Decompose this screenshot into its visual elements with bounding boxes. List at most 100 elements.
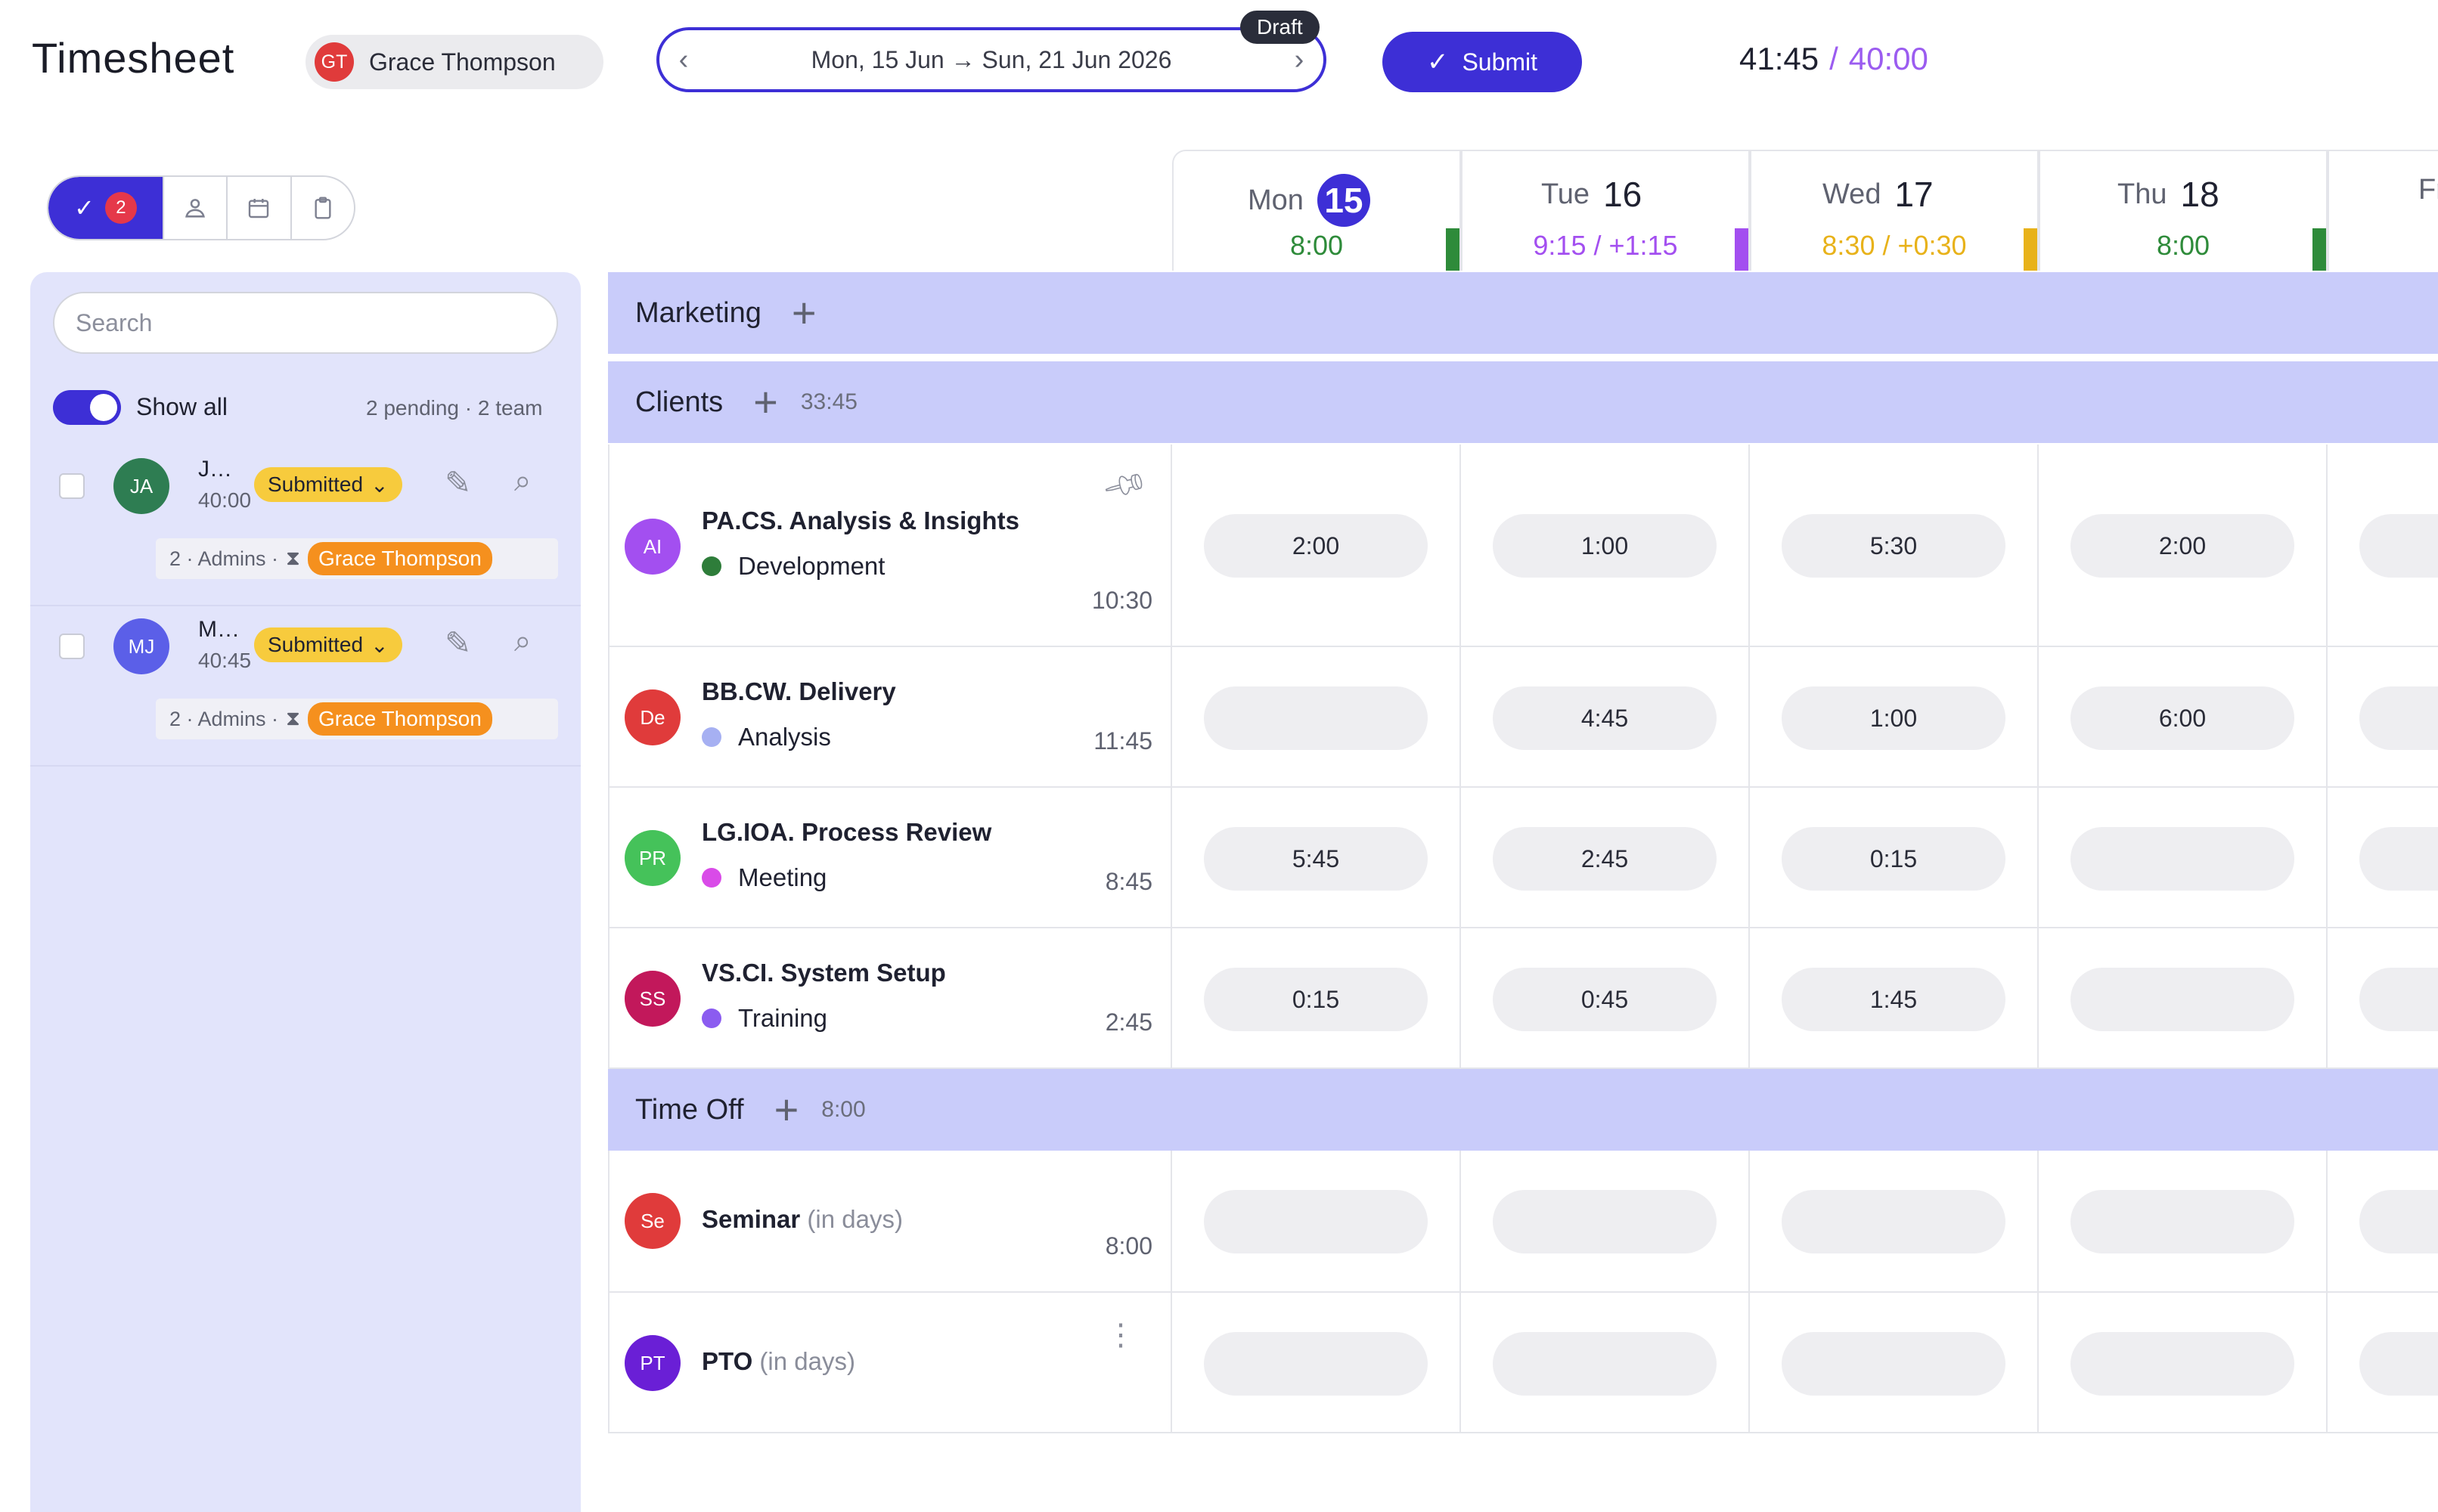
submit-label: Submit bbox=[1462, 48, 1538, 76]
hours-input[interactable] bbox=[2359, 1332, 2438, 1396]
member-checkbox[interactable] bbox=[59, 634, 85, 659]
task-info[interactable]: SS VS.CI. System Setup Training 2:45 bbox=[608, 928, 1172, 1067]
hours-input[interactable] bbox=[1782, 1332, 2005, 1396]
hours-input[interactable] bbox=[2070, 1190, 2294, 1253]
day-total: 9:15 / +1:15 bbox=[1533, 230, 1678, 261]
hours-input[interactable]: 5:45 bbox=[1204, 827, 1428, 891]
day-cell: 5:45 bbox=[1172, 788, 1461, 927]
hours-input[interactable] bbox=[1204, 686, 1428, 750]
approver-badge: Grace Thompson bbox=[308, 702, 492, 736]
section-total: 8:00 bbox=[821, 1097, 866, 1122]
day-name: Wed bbox=[1822, 178, 1881, 210]
section-title: Marketing bbox=[635, 296, 761, 329]
day-cell: 1:00 bbox=[1750, 647, 2039, 786]
submit-button[interactable]: ✓ Submit bbox=[1382, 32, 1582, 92]
team-filter[interactable] bbox=[162, 177, 226, 239]
status-dropdown[interactable]: Submitted ⌄ bbox=[254, 627, 402, 662]
task-name: VS.CI. System Setup bbox=[702, 959, 946, 987]
hours-input[interactable] bbox=[1204, 1190, 1428, 1253]
task-info[interactable]: De BB.CW. Delivery Analysis 11:45 bbox=[608, 647, 1172, 786]
pending-summary: 2 pending · 2 team bbox=[366, 396, 543, 420]
task-row: De BB.CW. Delivery Analysis 11:45 4:45 1… bbox=[608, 647, 2438, 788]
approval-chain-prefix: 2 · Admins · bbox=[169, 707, 279, 730]
plus-icon[interactable]: + bbox=[792, 292, 817, 334]
approval-chain-prefix: 2 · Admins · bbox=[169, 547, 279, 570]
hours-input[interactable]: 1:00 bbox=[1782, 686, 2005, 750]
task-info[interactable]: AI PA.CS. Analysis & Insights Developmen… bbox=[608, 445, 1172, 646]
section-total: 33:45 bbox=[800, 389, 858, 414]
chevron-left-icon[interactable]: ‹ bbox=[659, 44, 708, 76]
task-name: BB.CW. Delivery bbox=[702, 677, 896, 705]
task-info[interactable]: Se Seminar (in days) 8:00 bbox=[608, 1151, 1172, 1291]
hours-input[interactable] bbox=[1493, 1332, 1717, 1396]
pin-icon[interactable]: 📌︎ bbox=[1100, 460, 1151, 510]
pencil-icon[interactable]: ✎ bbox=[445, 624, 471, 662]
plus-icon[interactable]: + bbox=[774, 1089, 799, 1131]
hours-input[interactable]: 0:15 bbox=[1782, 827, 2005, 891]
hours-input[interactable]: 6:00 bbox=[2070, 686, 2294, 750]
day-status-bar bbox=[1446, 228, 1459, 271]
day-cell bbox=[1172, 1151, 1461, 1291]
hours-input[interactable]: 4:45 bbox=[1493, 686, 1717, 750]
more-vertical-icon[interactable]: ⋮ bbox=[1106, 1320, 1136, 1350]
hours-input[interactable] bbox=[1204, 1332, 1428, 1396]
hours-input[interactable]: 1:45 bbox=[1782, 968, 2005, 1031]
hours-input[interactable] bbox=[1782, 1190, 2005, 1253]
time-off-name: PTO bbox=[702, 1347, 753, 1375]
hours-input[interactable]: 1:00 bbox=[1493, 514, 1717, 578]
week-range[interactable]: Mon, 15 Jun → Sun, 21 Jun 2026 bbox=[811, 46, 1172, 74]
task-total: 8:45 bbox=[1105, 868, 1152, 895]
day-status-bar bbox=[2024, 228, 2037, 271]
day-cell bbox=[2039, 928, 2328, 1067]
hours-input[interactable] bbox=[1493, 1190, 1717, 1253]
team-member-row[interactable]: JA J… 40:00 Submitted ⌄ ✎ ⌕ 2 · Admins · … bbox=[30, 445, 581, 606]
hours-input[interactable] bbox=[2359, 968, 2438, 1031]
day-cell bbox=[2328, 647, 2438, 786]
hours-input[interactable] bbox=[2070, 827, 2294, 891]
clipboard-filter[interactable] bbox=[290, 177, 354, 239]
team-member-row[interactable]: MJ M… 40:45 Submitted ⌄ ✎ ⌕ 2 · Admins · … bbox=[30, 605, 581, 767]
member-hours: 40:00 bbox=[198, 488, 252, 512]
day-name: Fri bbox=[2418, 174, 2438, 206]
hours-input[interactable]: 2:00 bbox=[1204, 514, 1428, 578]
hours-input[interactable]: 2:00 bbox=[2070, 514, 2294, 578]
show-all-toggle[interactable] bbox=[53, 390, 121, 425]
hours-input[interactable]: 0:45 bbox=[1493, 968, 1717, 1031]
avatar: De bbox=[625, 689, 681, 745]
member-name: J… bbox=[198, 457, 232, 482]
clipboard-icon bbox=[315, 197, 331, 219]
approver-badge: Grace Thompson bbox=[308, 542, 492, 575]
calendar-filter[interactable] bbox=[226, 177, 290, 239]
hours-input[interactable]: 2:45 bbox=[1493, 827, 1717, 891]
member-checkbox[interactable] bbox=[59, 473, 85, 499]
status-label: Submitted bbox=[268, 472, 364, 496]
pencil-icon[interactable]: ✎ bbox=[445, 464, 471, 501]
hours-input[interactable] bbox=[2359, 1190, 2438, 1253]
day-cell bbox=[1750, 1293, 2039, 1432]
approval-chain: 2 · Admins · ⧗ Grace Thompson bbox=[156, 538, 558, 579]
category-dot bbox=[702, 556, 721, 576]
day-cell: 0:15 bbox=[1750, 788, 2039, 927]
page-title: Timesheet bbox=[32, 34, 235, 82]
hours-input[interactable] bbox=[2359, 514, 2438, 578]
chevron-right-icon[interactable]: › bbox=[1275, 44, 1323, 76]
search-input[interactable]: Search bbox=[53, 292, 558, 354]
task-info[interactable]: PR LG.IOA. Process Review Meeting 8:45 bbox=[608, 788, 1172, 927]
task-info[interactable]: PT PTO (in days) ⋮ bbox=[608, 1293, 1172, 1432]
task-row: SS VS.CI. System Setup Training 2:45 0:1… bbox=[608, 928, 2438, 1069]
search-icon[interactable]: ⌕ bbox=[514, 464, 531, 498]
hours-input[interactable] bbox=[2070, 1332, 2294, 1396]
hours-input[interactable]: 0:15 bbox=[1204, 968, 1428, 1031]
status-dropdown[interactable]: Submitted ⌄ bbox=[254, 467, 402, 502]
hours-input[interactable] bbox=[2359, 827, 2438, 891]
user-selector[interactable]: GT Grace Thompson bbox=[306, 35, 603, 89]
search-icon[interactable]: ⌕ bbox=[514, 624, 531, 658]
hours-input[interactable] bbox=[2070, 968, 2294, 1031]
day-header-thu: Thu 18 8:00 bbox=[2039, 150, 2328, 271]
approvals-filter[interactable]: ✓ 2 bbox=[48, 177, 163, 239]
hours-input[interactable] bbox=[2359, 686, 2438, 750]
plus-icon[interactable]: + bbox=[753, 381, 778, 423]
hours-input[interactable]: 5:30 bbox=[1782, 514, 2005, 578]
approval-chain: 2 · Admins · ⧗ Grace Thompson bbox=[156, 699, 558, 739]
avatar: PR bbox=[625, 830, 681, 886]
